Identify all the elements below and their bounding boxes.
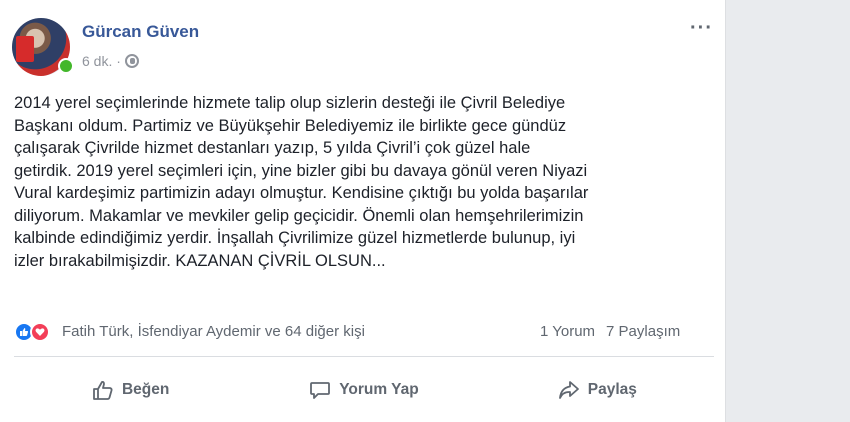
post-text-line: diliyorum. Makamlar ve mevkiler gelip ge… — [14, 206, 584, 225]
share-icon — [558, 381, 579, 399]
share-label: Paylaş — [587, 381, 637, 398]
comment-button[interactable]: Yorum Yap — [247, 370, 480, 410]
action-bar: Beğen Yorum Yap Paylaş — [14, 370, 714, 410]
comment-icon — [310, 382, 331, 399]
post-text-line: 2014 yerel seçimlerinde hizmete talip ol… — [14, 94, 566, 112]
engagement-counts: 1 Yorum 7 Paylaşım — [540, 323, 680, 340]
more-options-icon[interactable]: ··· — [690, 18, 713, 38]
divider — [14, 356, 714, 357]
thumbs-up-icon — [93, 381, 113, 400]
post-time[interactable]: 6 dk. · — [82, 53, 121, 69]
post-text-line: izler bırakabilmişizdir. KAZANAN ÇİVRİL … — [14, 251, 386, 270]
post-text: 2014 yerel seçimlerinde hizmete talip ol… — [14, 92, 714, 272]
post-text-line: Vural kardeşimiz partimizin adayı olmuşt… — [14, 184, 589, 202]
like-button[interactable]: Beğen — [14, 370, 247, 410]
post-card: Gürcan Güven 6 dk. · ··· 2014 yerel seçi… — [0, 0, 726, 422]
post-text-line: çalışarak Çivrilde hizmet destanları yaz… — [14, 139, 531, 157]
reaction-names[interactable]: Fatih Türk, İsfendiyar Aydemir ve 64 diğ… — [62, 323, 365, 340]
post-meta: 6 dk. · — [82, 53, 139, 69]
post-text-line: kalbinde edindiğimiz yerdir. İnşallah Çi… — [14, 229, 576, 247]
author-name[interactable]: Gürcan Güven — [82, 22, 199, 42]
love-reaction-icon — [30, 322, 50, 342]
like-label: Beğen — [121, 381, 170, 398]
post-text-line: getirdik. 2019 yerel seçimleri için, yin… — [14, 161, 588, 180]
share-button[interactable]: Paylaş — [481, 370, 714, 410]
share-count[interactable]: 7 Paylaşım — [606, 323, 680, 340]
reaction-icons[interactable] — [14, 322, 50, 342]
online-status-icon — [58, 58, 74, 74]
comment-label: Yorum Yap — [339, 381, 419, 398]
comment-count[interactable]: 1 Yorum — [540, 323, 595, 340]
globe-icon — [124, 54, 139, 68]
flag-icon — [16, 36, 34, 62]
post-text-line: Başkanı oldum. Partimiz ve Büyükşehir Be… — [14, 116, 567, 135]
